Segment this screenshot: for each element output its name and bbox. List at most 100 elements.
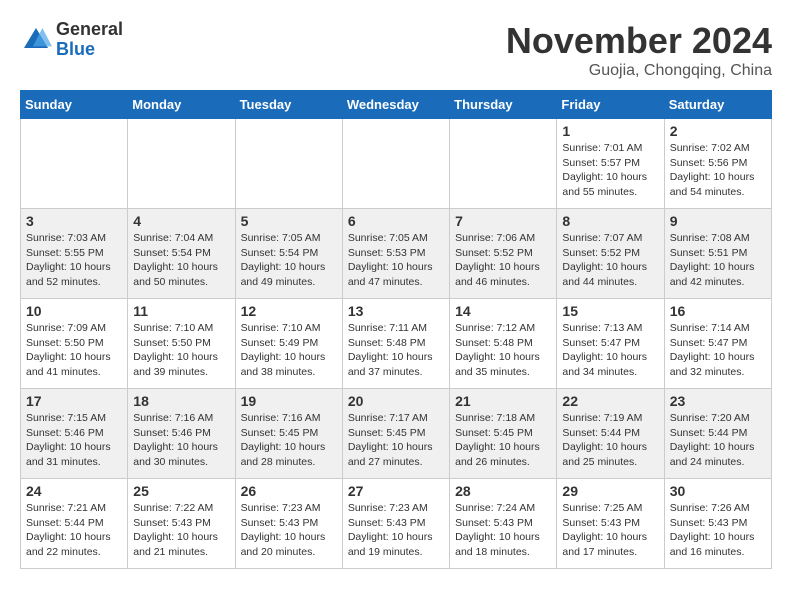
calendar-cell: 12Sunrise: 7:10 AMSunset: 5:49 PMDayligh… <box>235 299 342 389</box>
cell-info: Sunset: 5:51 PM <box>670 246 766 261</box>
cell-info: Sunset: 5:44 PM <box>670 426 766 441</box>
cell-info: Sunrise: 7:13 AM <box>562 321 658 336</box>
day-number: 5 <box>241 213 337 229</box>
calendar-cell: 4Sunrise: 7:04 AMSunset: 5:54 PMDaylight… <box>128 209 235 299</box>
calendar-cell <box>450 119 557 209</box>
day-number: 8 <box>562 213 658 229</box>
cell-info: Sunset: 5:55 PM <box>26 246 122 261</box>
cell-info: and 18 minutes. <box>455 545 551 560</box>
logo: General Blue <box>20 20 123 60</box>
cell-info: and 16 minutes. <box>670 545 766 560</box>
day-number: 28 <box>455 483 551 499</box>
cell-info: Sunrise: 7:20 AM <box>670 411 766 426</box>
cell-info: Sunset: 5:43 PM <box>241 516 337 531</box>
cell-info: and 25 minutes. <box>562 455 658 470</box>
cell-info: Sunset: 5:52 PM <box>455 246 551 261</box>
calendar-cell: 29Sunrise: 7:25 AMSunset: 5:43 PMDayligh… <box>557 479 664 569</box>
cell-info: Sunrise: 7:14 AM <box>670 321 766 336</box>
week-row-0: 1Sunrise: 7:01 AMSunset: 5:57 PMDaylight… <box>21 119 772 209</box>
location-title: Guojia, Chongqing, China <box>506 62 772 80</box>
cell-info: Sunset: 5:48 PM <box>348 336 444 351</box>
cell-info: Sunset: 5:46 PM <box>26 426 122 441</box>
cell-info: Sunrise: 7:23 AM <box>348 501 444 516</box>
cell-info: and 55 minutes. <box>562 185 658 200</box>
day-number: 22 <box>562 393 658 409</box>
cell-info: Sunset: 5:57 PM <box>562 156 658 171</box>
logo-text: General Blue <box>56 20 123 60</box>
calendar-cell: 2Sunrise: 7:02 AMSunset: 5:56 PMDaylight… <box>664 119 771 209</box>
cell-info: Sunrise: 7:04 AM <box>133 231 229 246</box>
cell-info: Daylight: 10 hours <box>241 260 337 275</box>
cell-info: Sunrise: 7:10 AM <box>133 321 229 336</box>
cell-info: Sunrise: 7:03 AM <box>26 231 122 246</box>
cell-info: Daylight: 10 hours <box>26 440 122 455</box>
cell-info: Daylight: 10 hours <box>26 350 122 365</box>
header-thursday: Thursday <box>450 91 557 119</box>
header-sunday: Sunday <box>21 91 128 119</box>
day-number: 16 <box>670 303 766 319</box>
cell-info: and 41 minutes. <box>26 365 122 380</box>
cell-info: Sunrise: 7:07 AM <box>562 231 658 246</box>
cell-info: Sunrise: 7:01 AM <box>562 141 658 156</box>
calendar-cell: 8Sunrise: 7:07 AMSunset: 5:52 PMDaylight… <box>557 209 664 299</box>
cell-info: Sunrise: 7:19 AM <box>562 411 658 426</box>
cell-info: Sunset: 5:43 PM <box>455 516 551 531</box>
cell-info: Daylight: 10 hours <box>562 350 658 365</box>
cell-info: Daylight: 10 hours <box>455 440 551 455</box>
day-number: 20 <box>348 393 444 409</box>
cell-info: Sunrise: 7:16 AM <box>133 411 229 426</box>
calendar-cell: 11Sunrise: 7:10 AMSunset: 5:50 PMDayligh… <box>128 299 235 389</box>
calendar-cell: 3Sunrise: 7:03 AMSunset: 5:55 PMDaylight… <box>21 209 128 299</box>
cell-info: and 20 minutes. <box>241 545 337 560</box>
cell-info: Sunset: 5:50 PM <box>133 336 229 351</box>
cell-info: Daylight: 10 hours <box>455 350 551 365</box>
cell-info: Sunset: 5:49 PM <box>241 336 337 351</box>
cell-info: Sunrise: 7:23 AM <box>241 501 337 516</box>
cell-info: Sunrise: 7:09 AM <box>26 321 122 336</box>
cell-info: Sunset: 5:47 PM <box>562 336 658 351</box>
cell-info: Sunrise: 7:15 AM <box>26 411 122 426</box>
calendar-cell: 9Sunrise: 7:08 AMSunset: 5:51 PMDaylight… <box>664 209 771 299</box>
header-saturday: Saturday <box>664 91 771 119</box>
header-monday: Monday <box>128 91 235 119</box>
month-title: November 2024 <box>506 20 772 62</box>
cell-info: and 35 minutes. <box>455 365 551 380</box>
cell-info: Sunset: 5:50 PM <box>26 336 122 351</box>
day-number: 26 <box>241 483 337 499</box>
cell-info: and 52 minutes. <box>26 275 122 290</box>
calendar-cell: 26 Sunrise: 7:23 AMSunset: 5:43 PMDayligh… <box>235 479 342 569</box>
cell-info: and 32 minutes. <box>670 365 766 380</box>
header-tuesday: Tuesday <box>235 91 342 119</box>
cell-info: Sunrise: 7:25 AM <box>562 501 658 516</box>
cell-info: Daylight: 10 hours <box>348 530 444 545</box>
cell-info: Daylight: 10 hours <box>348 440 444 455</box>
cell-info: Sunrise: 7:08 AM <box>670 231 766 246</box>
calendar-cell: 10Sunrise: 7:09 AMSunset: 5:50 PMDayligh… <box>21 299 128 389</box>
cell-info: Daylight: 10 hours <box>241 350 337 365</box>
calendar-cell: 17 Sunrise: 7:15 AMSunset: 5:46 PMDayligh… <box>21 389 128 479</box>
cell-info: Sunset: 5:45 PM <box>348 426 444 441</box>
cell-info: Sunset: 5:47 PM <box>670 336 766 351</box>
calendar-cell: 19Sunrise: 7:16 AMSunset: 5:45 PMDayligh… <box>235 389 342 479</box>
calendar-table: SundayMondayTuesdayWednesdayThursdayFrid… <box>20 90 772 569</box>
day-number: 7 <box>455 213 551 229</box>
cell-info: Sunset: 5:56 PM <box>670 156 766 171</box>
cell-info: Daylight: 10 hours <box>670 350 766 365</box>
calendar-cell: 18Sunrise: 7:16 AMSunset: 5:46 PMDayligh… <box>128 389 235 479</box>
calendar-cell: 5Sunrise: 7:05 AMSunset: 5:54 PMDaylight… <box>235 209 342 299</box>
cell-info: Sunrise: 7:21 AM <box>26 501 122 516</box>
cell-info: Daylight: 10 hours <box>26 530 122 545</box>
day-number: 15 <box>562 303 658 319</box>
week-row-1: 3Sunrise: 7:03 AMSunset: 5:55 PMDaylight… <box>21 209 772 299</box>
cell-info: Daylight: 10 hours <box>133 350 229 365</box>
header-friday: Friday <box>557 91 664 119</box>
day-number: 19 <box>241 393 337 409</box>
cell-info: and 38 minutes. <box>241 365 337 380</box>
cell-info: Daylight: 10 hours <box>455 260 551 275</box>
day-number: 17 <box>26 393 122 409</box>
cell-info: and 34 minutes. <box>562 365 658 380</box>
day-number: 6 <box>348 213 444 229</box>
cell-info: Sunset: 5:54 PM <box>241 246 337 261</box>
cell-info: Daylight: 10 hours <box>241 530 337 545</box>
cell-info: Sunrise: 7:12 AM <box>455 321 551 336</box>
